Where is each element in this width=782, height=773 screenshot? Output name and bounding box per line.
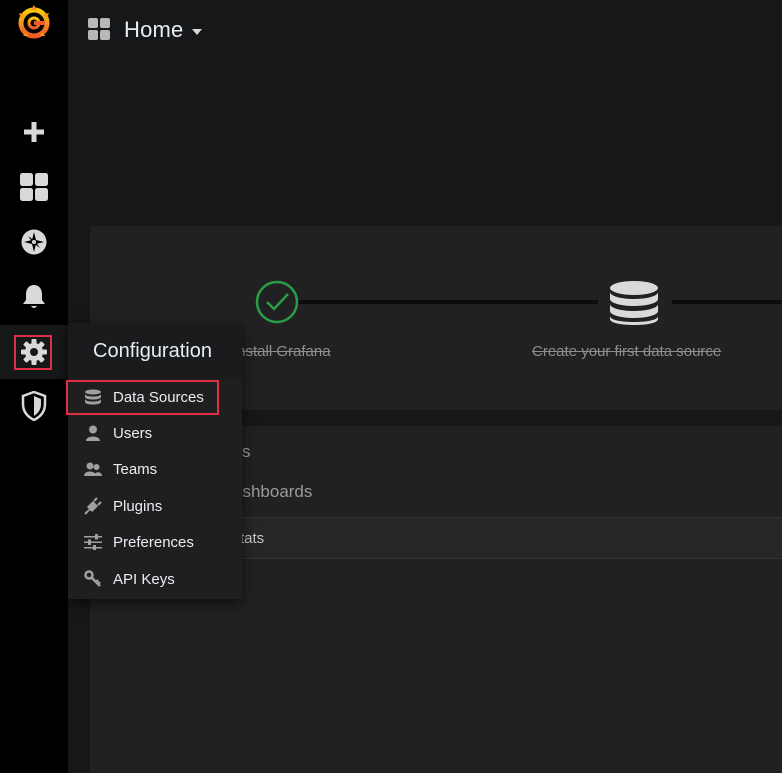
lower-text-stats[interactable]: tats — [240, 530, 264, 547]
plug-icon — [84, 497, 102, 515]
alerting-bell-icon[interactable] — [0, 270, 68, 324]
user-icon — [84, 424, 102, 442]
menu-item-label: Preferences — [113, 533, 194, 551]
database-icon — [610, 281, 658, 325]
plus-icon[interactable] — [0, 105, 68, 159]
configuration-menu-title[interactable]: Configuration — [68, 323, 242, 379]
menu-item-teams[interactable]: Teams — [68, 451, 242, 487]
key-icon — [84, 570, 102, 588]
check-circle-icon — [255, 280, 299, 324]
lower-text-1: s — [242, 442, 251, 461]
gear-highlight-box — [14, 335, 52, 370]
menu-item-data-sources[interactable]: Data Sources — [68, 379, 242, 415]
menu-item-users[interactable]: Users — [68, 415, 242, 451]
menu-item-label: API Keys — [113, 570, 175, 588]
lower-text-dashboards[interactable]: ashboards — [233, 482, 312, 502]
step-connector — [672, 300, 782, 304]
configuration-menu: Configuration Data Sources Users Teams P… — [68, 323, 242, 599]
step-datasource-label[interactable]: Create your first data source — [532, 343, 721, 360]
step-connector — [298, 300, 598, 304]
grafana-logo[interactable] — [0, 0, 68, 44]
dashboard-grid-icon — [88, 18, 110, 40]
top-area — [68, 60, 782, 226]
menu-item-label: Plugins — [113, 497, 163, 515]
menu-item-api-keys[interactable]: API Keys — [68, 561, 242, 597]
menu-item-plugins[interactable]: Plugins — [68, 488, 242, 524]
caret-down-icon[interactable] — [191, 29, 202, 35]
menu-item-label: Users — [113, 424, 153, 442]
menu-item-label: Data Sources — [113, 388, 204, 406]
explore-compass-icon[interactable] — [0, 215, 68, 269]
sliders-icon — [84, 533, 102, 551]
menu-item-preferences[interactable]: Preferences — [68, 524, 242, 560]
menu-item-label: Teams — [113, 460, 158, 478]
step-install-label[interactable]: Install Grafana — [233, 343, 353, 360]
database-icon — [84, 388, 102, 406]
page-title[interactable]: Home — [124, 17, 184, 43]
dashboards-icon[interactable] — [0, 160, 68, 214]
teams-icon — [84, 460, 102, 478]
server-admin-shield-icon[interactable] — [0, 379, 68, 433]
sidebar — [0, 0, 68, 773]
page-header: Home — [68, 0, 782, 60]
